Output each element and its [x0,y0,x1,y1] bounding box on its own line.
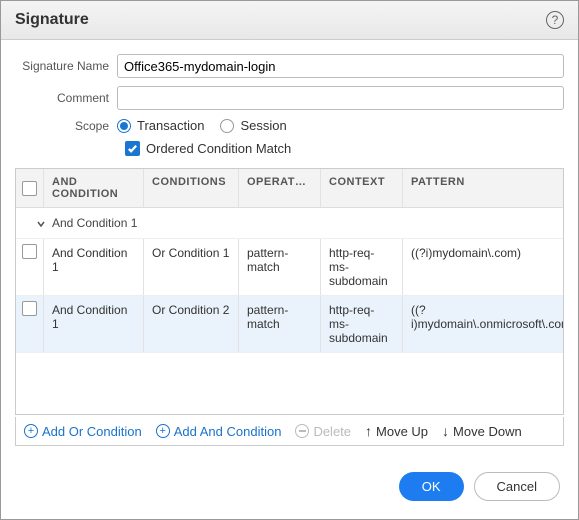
chevron-down-icon [36,218,46,228]
header-operator[interactable]: Operator [239,169,321,207]
select-all-checkbox[interactable] [22,181,37,196]
signature-dialog: Signature ? Signature Name Comment Scope… [0,0,579,520]
scope-transaction-radio[interactable]: Transaction [117,118,204,133]
move-up-label: Move Up [376,424,428,439]
radio-icon [117,119,131,133]
header-conditions[interactable]: Conditions [144,169,239,207]
header-context[interactable]: Context [321,169,403,207]
cell-op: pattern-match [239,296,321,352]
header-checkbox-cell [16,169,44,207]
scope-radio-group: Transaction Session [117,118,287,133]
plus-icon: + [156,424,170,438]
move-up-button[interactable]: ↑ Move Up [365,423,428,439]
comment-input[interactable] [117,86,564,110]
header-and[interactable]: And Condition [44,169,144,207]
titlebar: Signature ? [1,1,578,40]
signature-name-row: Signature Name [15,54,564,78]
minus-icon [295,424,309,438]
delete-button[interactable]: Delete [295,424,351,439]
add-and-button[interactable]: + Add And Condition [156,424,282,439]
table-row[interactable]: And Condition 1 Or Condition 2 pattern-m… [16,296,563,353]
content: Signature Name Comment Scope Transaction… [1,40,578,460]
group-label: And Condition 1 [52,216,137,230]
scope-label: Scope [15,119,117,133]
footer: OK Cancel [1,460,578,519]
cell-op: pattern-match [239,239,321,295]
table-row[interactable]: And Condition 1 Or Condition 1 pattern-m… [16,239,563,296]
comment-label: Comment [15,91,117,105]
move-down-button[interactable]: ↓ Move Down [442,423,522,439]
scope-session-radio[interactable]: Session [220,118,286,133]
cell-and: And Condition 1 [44,296,144,352]
comment-row: Comment [15,86,564,110]
cell-and: And Condition 1 [44,239,144,295]
cell-or: Or Condition 1 [144,239,239,295]
signature-name-input[interactable] [117,54,564,78]
add-and-label: Add And Condition [174,424,282,439]
plus-icon: + [24,424,38,438]
dialog-title: Signature [15,11,89,29]
scope-session-label: Session [240,118,286,133]
scope-row: Scope Transaction Session [15,118,564,133]
group-row[interactable]: And Condition 1 [16,208,563,239]
cancel-button[interactable]: Cancel [474,472,560,501]
cell-pat: ((?i)mydomain\.com) [403,239,563,295]
ordered-checkbox[interactable] [125,141,140,156]
table-header: And Condition Conditions Operator Contex… [16,169,563,208]
toolbar: + Add Or Condition + Add And Condition D… [15,417,564,446]
ordered-label: Ordered Condition Match [146,141,291,156]
add-or-label: Add Or Condition [42,424,142,439]
cell-ctx: http-req-ms-subdomain [321,296,403,352]
move-down-label: Move Down [453,424,522,439]
row-checkbox[interactable] [22,244,37,259]
cell-pat: ((?i)mydomain\.onmicrosoft\.com) [403,296,563,352]
arrow-up-icon: ↑ [365,423,372,439]
delete-label: Delete [313,424,351,439]
ordered-row: Ordered Condition Match [125,141,564,156]
header-pattern[interactable]: Pattern [403,169,563,207]
help-icon[interactable]: ? [546,11,564,29]
row-checkbox[interactable] [22,301,37,316]
table-body: And Condition 1 And Condition 1 Or Condi… [16,208,563,414]
arrow-down-icon: ↓ [442,423,449,439]
conditions-table: And Condition Conditions Operator Contex… [15,168,564,415]
cell-or: Or Condition 2 [144,296,239,352]
scope-transaction-label: Transaction [137,118,204,133]
signature-name-label: Signature Name [15,59,117,73]
cell-ctx: http-req-ms-subdomain [321,239,403,295]
add-or-button[interactable]: + Add Or Condition [24,424,142,439]
radio-icon [220,119,234,133]
ok-button[interactable]: OK [399,472,464,501]
